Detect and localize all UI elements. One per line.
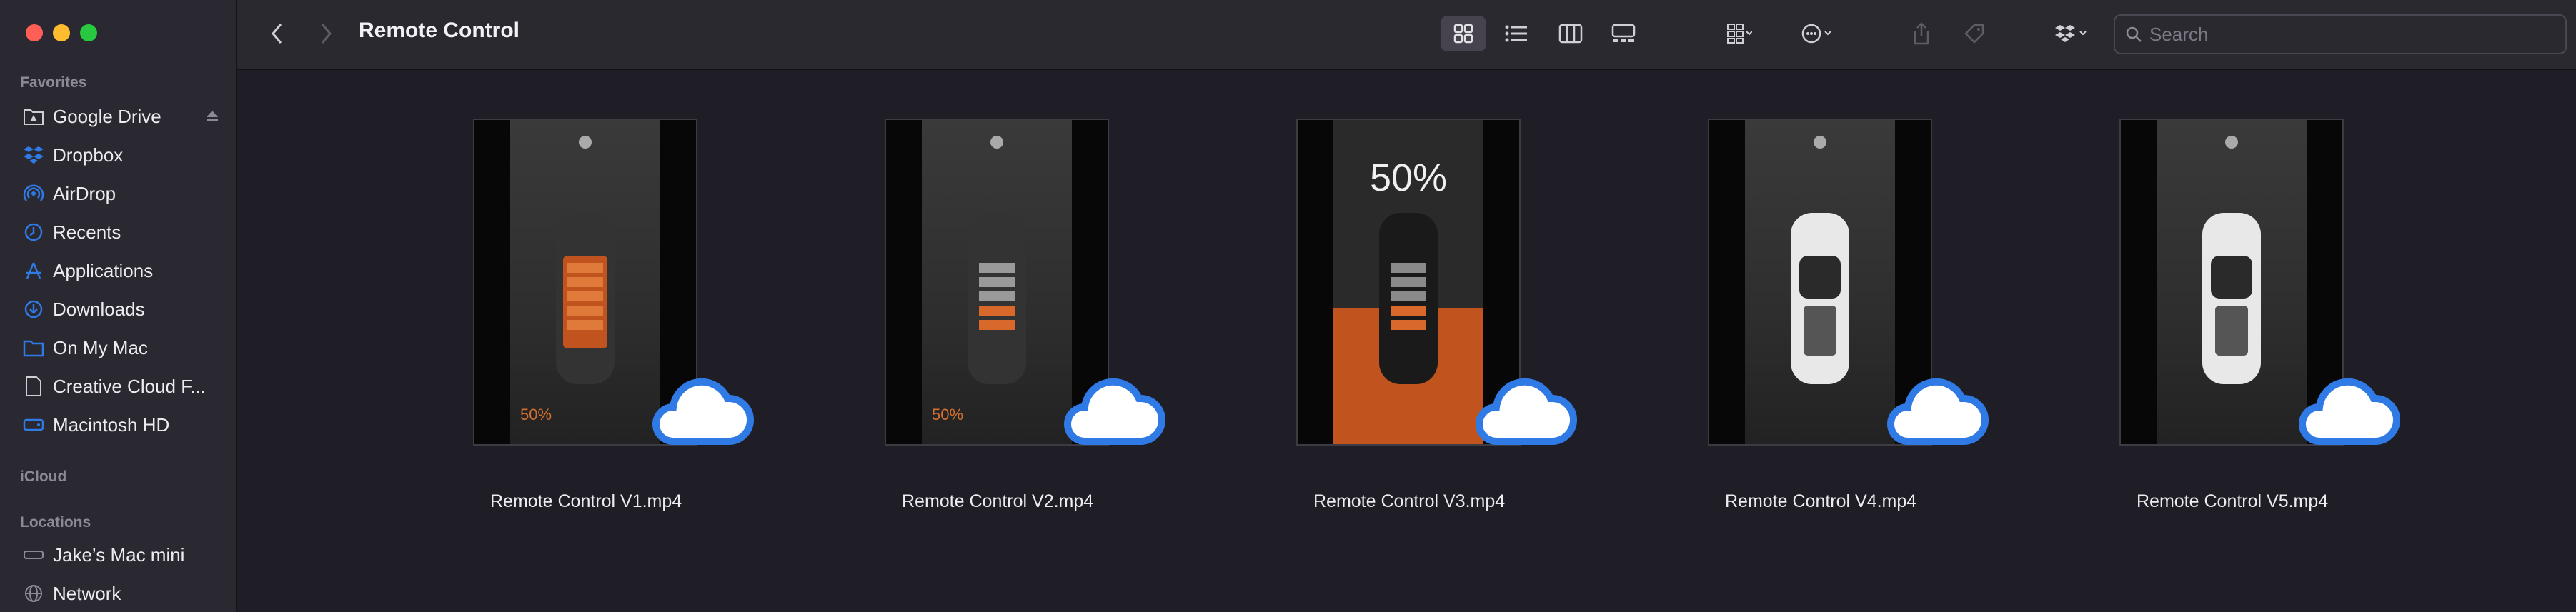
dropbox-icon (2055, 25, 2087, 42)
sidebar-item-label: Jake’s Mac mini (53, 543, 185, 566)
folder-icon (21, 336, 46, 360)
chevron-left-icon (272, 24, 282, 44)
charge-percent: 50% (1369, 156, 1448, 199)
back-button[interactable] (263, 16, 292, 51)
file-name: Remote Control V5.mp4 (2137, 491, 2329, 511)
sidebar-item-airdrop[interactable]: AirDrop (21, 177, 222, 210)
gallery-icon (1611, 24, 1636, 42)
sidebar-item-label: AirDrop (53, 182, 116, 204)
car-top-view-icon (968, 213, 1026, 384)
sidebar-item-label: Applications (53, 259, 154, 281)
tag-button[interactable] (1956, 16, 1992, 51)
file-item[interactable]: 50% Remote Control V2.mp4 (777, 119, 1165, 518)
minimize-window-button[interactable] (53, 24, 70, 41)
sidebar-item-label: Creative Cloud F... (53, 375, 206, 397)
icloud-section-title: iCloud (20, 468, 67, 485)
gallery-view-button[interactable] (1601, 16, 1646, 51)
file-name: Remote Control V3.mp4 (1313, 491, 1506, 511)
sidebar-item-label: Network (53, 582, 121, 604)
applications-icon (21, 259, 46, 283)
more-icon (1801, 24, 1831, 44)
computer-icon (21, 543, 46, 567)
group-grid-icon (1727, 24, 1752, 44)
toolbar: Remote Control (237, 0, 2576, 70)
charge-percent: 50% (932, 406, 964, 423)
action-button[interactable] (1786, 16, 1846, 51)
sidebar-item-on-my-mac[interactable]: On My Mac (21, 331, 222, 364)
car-top-view-icon (1379, 213, 1438, 384)
share-button[interactable] (1904, 16, 1939, 51)
sidebar-item-creative-cloud[interactable]: Creative Cloud F... (21, 370, 222, 403)
car-top-view-icon (2202, 213, 2261, 384)
file-item[interactable]: Remote Control V4.mp4 (1601, 119, 1989, 518)
cloud-icon (2299, 378, 2400, 445)
zoom-window-button[interactable] (80, 24, 97, 41)
disk-icon (21, 413, 46, 437)
file-name: Remote Control V4.mp4 (1725, 491, 1917, 511)
file-grid: 50% Remote Control V1.mp4 50% Remote Con… (237, 70, 2576, 612)
drive-folder-icon (21, 104, 46, 129)
tag-icon (1964, 24, 1984, 44)
cloud-icon (652, 378, 754, 445)
airdrop-icon (21, 181, 46, 206)
sidebar-item-label: Recents (53, 221, 121, 243)
columns-icon (1558, 24, 1583, 44)
sidebar-item-mac-mini[interactable]: Jake’s Mac mini (21, 538, 222, 571)
sidebar-item-macintosh-hd[interactable]: Macintosh HD (21, 408, 222, 441)
sidebar-item-recents[interactable]: Recents (21, 216, 222, 249)
search-icon (2126, 26, 2142, 42)
sidebar-item-google-drive[interactable]: Google Drive (21, 100, 222, 133)
cloud-icon (1887, 378, 1989, 445)
sidebar-item-network[interactable]: Network (21, 577, 222, 610)
window-title: Remote Control (359, 19, 519, 42)
locations-section-title: Locations (20, 514, 91, 531)
file-name: Remote Control V1.mp4 (490, 491, 682, 511)
favorites-section-title: Favorites (20, 74, 87, 91)
file-item[interactable]: Remote Control V5.mp4 (2012, 119, 2400, 518)
sidebar-item-label: Macintosh HD (53, 413, 170, 436)
sidebar-item-applications[interactable]: Applications (21, 254, 222, 287)
cloud-icon (1064, 378, 1165, 445)
close-window-button[interactable] (26, 24, 43, 41)
download-icon (21, 297, 46, 321)
sidebar-item-label: On My Mac (53, 336, 148, 358)
search-field[interactable] (2114, 14, 2567, 54)
dropbox-menu-button[interactable] (2042, 16, 2099, 51)
clock-icon (21, 220, 46, 244)
finder-window: Favorites Google Drive Dropbox AirDrop R… (0, 0, 2576, 612)
chevron-right-icon (321, 24, 332, 44)
list-view-button[interactable] (1493, 16, 1539, 51)
cloud-icon (1476, 378, 1577, 445)
forward-button[interactable] (312, 16, 340, 51)
list-icon (1505, 25, 1527, 42)
charge-percent: 50% (520, 406, 552, 423)
car-top-view-icon (556, 213, 615, 384)
share-icon (1914, 22, 1929, 45)
globe-icon (21, 581, 46, 606)
column-view-button[interactable] (1548, 16, 1593, 51)
icon-view-button[interactable] (1441, 16, 1486, 51)
sidebar: Favorites Google Drive Dropbox AirDrop R… (0, 0, 237, 612)
file-name: Remote Control V2.mp4 (902, 491, 1094, 511)
sidebar-item-label: Google Drive (53, 105, 161, 127)
eject-icon[interactable] (203, 107, 222, 126)
group-button[interactable] (1709, 16, 1769, 51)
sidebar-item-label: Downloads (53, 298, 145, 320)
grid-icon (1453, 24, 1473, 44)
car-top-view-icon (1791, 213, 1849, 384)
search-input[interactable] (2148, 22, 2551, 46)
file-item[interactable]: 50% Remote Control V1.mp4 (366, 119, 754, 518)
sidebar-item-dropbox[interactable]: Dropbox (21, 139, 222, 171)
file-item[interactable]: 50% Remote Control V3.mp4 (1189, 119, 1577, 518)
sidebar-item-downloads[interactable]: Downloads (21, 293, 222, 326)
dropbox-icon (21, 143, 46, 167)
document-icon (21, 374, 46, 398)
sidebar-item-label: Dropbox (53, 144, 124, 166)
